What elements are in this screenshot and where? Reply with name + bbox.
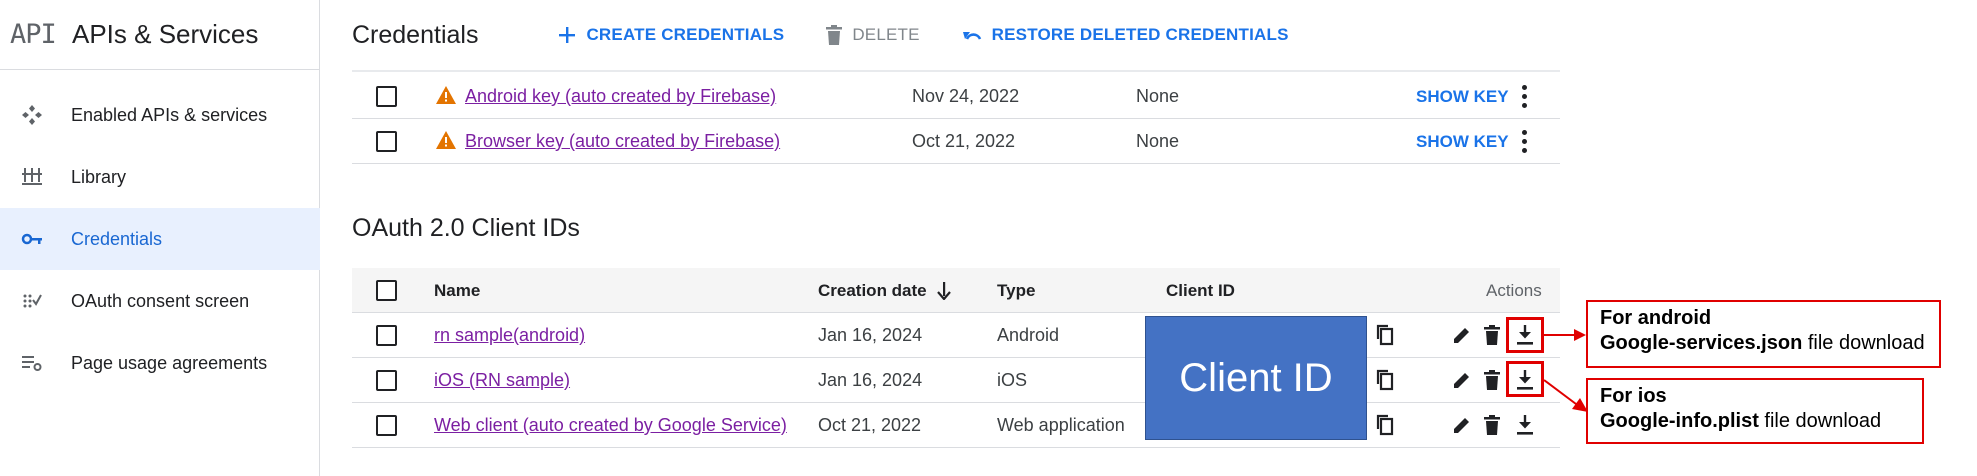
undo-icon (962, 27, 982, 43)
sidebar-item-enabled-apis[interactable]: Enabled APIs & services (0, 84, 320, 146)
sidebar-item-oauth-consent[interactable]: OAuth consent screen (0, 270, 320, 332)
row-checkbox[interactable] (376, 131, 397, 152)
sidebar-item-library[interactable]: Library (0, 146, 320, 208)
oauth-table-header: Name Creation date Type Client ID Action… (352, 268, 1560, 313)
api-key-name-link[interactable]: Browser key (auto created by Firebase) (465, 131, 780, 152)
column-header-creation-date[interactable]: Creation date (818, 268, 951, 313)
client-type: Android (997, 325, 1060, 345)
column-header-client-id[interactable]: Client ID (1166, 268, 1235, 313)
client-date: Jan 16, 2024 (818, 325, 923, 345)
edit-icon[interactable] (1450, 368, 1474, 392)
column-header-name[interactable]: Name (434, 268, 480, 313)
client-type: iOS (997, 370, 1028, 390)
delete-icon[interactable] (1480, 368, 1504, 392)
client-id-mask: Client ID (1145, 316, 1367, 440)
copy-icon[interactable] (1373, 413, 1397, 437)
android-callout-desc: file download (1802, 332, 1925, 354)
delete-label: DELETE (852, 25, 920, 44)
row-checkbox[interactable] (376, 325, 397, 346)
restore-deleted-credentials-button[interactable]: RESTORE DELETED CREDENTIALS (962, 25, 1289, 45)
client-name-link[interactable]: Web client (auto created by Google Servi… (434, 415, 787, 436)
download-highlight-android (1506, 317, 1544, 353)
client-id-mask-label: Client ID (1179, 355, 1333, 400)
row-checkbox[interactable] (376, 415, 397, 436)
sidebar-item-label: Page usage agreements (71, 352, 268, 373)
toolbar: Credentials CREATE CREDENTIALS DELETE RE… (320, 0, 1977, 70)
sidebar-item-label: Library (71, 166, 127, 187)
api-key-restrictions: None (1136, 86, 1180, 106)
sidebar-item-credentials[interactable]: Credentials (0, 208, 320, 270)
warning-icon (436, 86, 456, 109)
more-vert-icon[interactable] (1522, 74, 1527, 119)
client-type: Web application (997, 415, 1125, 435)
api-key-name-link[interactable]: Android key (auto created by Firebase) (465, 86, 776, 107)
delete-icon[interactable] (1480, 413, 1504, 437)
ios-callout-file: Google-info.plist (1600, 410, 1759, 432)
ios-callout-title: For ios (1600, 385, 1667, 407)
client-name-link[interactable]: iOS (RN sample) (434, 370, 570, 391)
edit-icon[interactable] (1450, 323, 1474, 347)
show-key-button[interactable]: SHOW KEY (1416, 74, 1509, 119)
download-highlight-ios (1506, 361, 1544, 397)
table-row: Android key (auto created by Firebase) N… (352, 74, 1560, 119)
key-icon (21, 228, 43, 250)
copy-icon[interactable] (1373, 368, 1397, 392)
sidebar-item-label: OAuth consent screen (71, 290, 250, 311)
column-header-actions: Actions (1486, 280, 1542, 300)
plus-icon (558, 26, 576, 44)
scroll-divider (352, 70, 1560, 72)
download-icon[interactable] (1513, 413, 1537, 437)
sidebar-item-label: Enabled APIs & services (71, 104, 268, 125)
page-title: Credentials (352, 20, 479, 49)
sidebar-header: API APIs & Services (0, 0, 319, 70)
arrow-down-icon (936, 281, 951, 300)
select-all-checkbox[interactable] (376, 280, 397, 301)
oauth-consent-icon (21, 290, 43, 312)
table-row: Browser key (auto created by Firebase) O… (352, 119, 1560, 164)
oauth-section-title: OAuth 2.0 Client IDs (352, 214, 580, 242)
trash-icon (826, 25, 843, 45)
edit-icon[interactable] (1450, 413, 1474, 437)
row-checkbox[interactable] (376, 86, 397, 107)
sidebar: API APIs & Services Enabled APIs & servi… (0, 0, 320, 476)
api-logo: API (10, 19, 57, 50)
settings-list-icon (21, 352, 43, 374)
sidebar-item-label: Credentials (71, 228, 163, 249)
more-vert-icon[interactable] (1522, 119, 1527, 164)
create-credentials-label: CREATE CREDENTIALS (586, 25, 785, 44)
delete-button[interactable]: DELETE (826, 25, 919, 45)
library-icon (21, 166, 43, 188)
delete-icon[interactable] (1480, 323, 1504, 347)
ios-callout-desc: file download (1758, 410, 1882, 432)
column-header-label: Creation date (818, 280, 927, 300)
api-key-date: Nov 24, 2022 (912, 86, 1020, 106)
show-key-button[interactable]: SHOW KEY (1416, 119, 1509, 164)
row-checkbox[interactable] (376, 370, 397, 391)
android-callout-title: For android (1600, 307, 1712, 329)
android-callout-file: Google-services.json (1600, 332, 1803, 354)
column-header-type[interactable]: Type (997, 268, 1035, 313)
client-name-link[interactable]: rn sample(android) (434, 325, 585, 346)
sidebar-item-page-usage[interactable]: Page usage agreements (0, 332, 320, 394)
android-callout: For android Google-services.json file do… (1586, 300, 1941, 368)
restore-label: RESTORE DELETED CREDENTIALS (991, 25, 1289, 44)
api-key-restrictions: None (1136, 131, 1180, 151)
client-date: Oct 21, 2022 (818, 415, 922, 435)
api-key-date: Oct 21, 2022 (912, 131, 1016, 151)
client-date: Jan 16, 2024 (818, 370, 923, 390)
warning-icon (436, 131, 456, 154)
app-title: APIs & Services (72, 19, 259, 49)
copy-icon[interactable] (1373, 323, 1397, 347)
ios-callout: For ios Google-info.plist file download (1586, 378, 1924, 444)
enabled-apis-icon (21, 104, 43, 126)
create-credentials-button[interactable]: CREATE CREDENTIALS (558, 25, 784, 45)
